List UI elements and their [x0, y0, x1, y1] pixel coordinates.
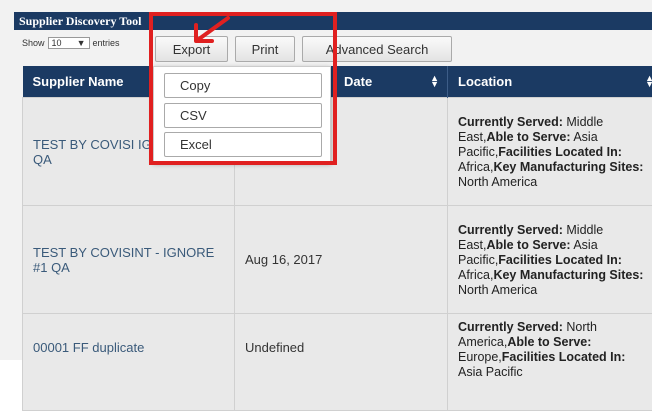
supplier-table: Supplier Name Date ▲▼ Location ▲▼ TEST B… [22, 66, 652, 411]
entries-label: entries [93, 38, 120, 48]
annotation-highlight-box [149, 12, 337, 165]
supplier-name-cell[interactable]: 00001 FF duplicate [23, 314, 235, 411]
location-cell: Currently Served: North America,Able to … [448, 314, 652, 411]
supplier-name-cell[interactable]: TEST BY COVISINT - IGNORE #1 QA [23, 206, 235, 314]
table-row[interactable]: TEST BY COVISINT - IGNORE #1 QA Aug 16, … [23, 206, 652, 314]
entries-length-control: Show 10 ▼ entries [22, 37, 120, 49]
location-cell: Currently Served: Middle East,Able to Se… [448, 98, 652, 206]
app-frame: Supplier Discovery Tool Show 10 ▼ entrie… [0, 0, 652, 360]
caret-down-icon: ▼ [77, 38, 86, 48]
date-cell: Aug 16, 2017 [235, 206, 448, 314]
table-row[interactable]: 00001 FF duplicate Undefined Currently S… [23, 314, 652, 411]
table-header-row: Supplier Name Date ▲▼ Location ▲▼ [23, 66, 652, 98]
sort-icon: ▲▼ [430, 75, 439, 87]
table-row[interactable]: TEST BY COVISI IGNORE #1 QA Currently Se… [23, 98, 652, 206]
column-header-location[interactable]: Location ▲▼ [448, 66, 652, 98]
entries-select-value: 10 [52, 38, 62, 48]
arrow-down-left-icon [188, 15, 233, 45]
show-label: Show [22, 38, 45, 48]
location-cell: Currently Served: Middle East,Able to Se… [448, 206, 652, 314]
date-cell: Undefined [235, 314, 448, 411]
entries-select[interactable]: 10 ▼ [48, 37, 90, 49]
sort-icon: ▲▼ [645, 75, 652, 87]
